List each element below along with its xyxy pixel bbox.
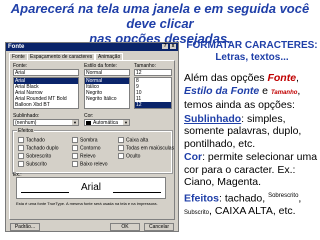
- text-span: : permite selecionar uma cor para o cara…: [184, 151, 318, 188]
- checkbox-label: Caixa alta: [126, 137, 149, 144]
- style-input[interactable]: Normal: [84, 69, 130, 76]
- highlight-fonte: Fonte: [267, 72, 297, 84]
- text-span: Além das opções: [184, 72, 268, 84]
- checkbox-box[interactable]: [118, 153, 124, 159]
- size-list[interactable]: 8 9 10 11 12: [134, 77, 172, 109]
- highlight-tamanho: Tamanho: [270, 89, 298, 96]
- effects-group-label: Efeitos: [17, 128, 35, 134]
- list-item[interactable]: Balloon Xbd BT: [14, 102, 78, 108]
- checkbox-label: Sobrescrito: [26, 153, 52, 160]
- font-list[interactable]: Arial Arial Black Arial Narrow Arial Rou…: [13, 77, 79, 109]
- dialog-title: Fonte: [8, 44, 25, 50]
- text-span: ,: [296, 72, 299, 84]
- cancel-button[interactable]: Cancelar: [144, 223, 174, 231]
- checkbox-box[interactable]: [118, 145, 124, 151]
- checkbox-baixo-relevo[interactable]: Baixo relevo: [72, 161, 108, 167]
- checkbox-box[interactable]: [72, 137, 78, 143]
- chevron-down-icon: ▼: [123, 120, 129, 125]
- checkbox-box[interactable]: [72, 161, 78, 167]
- checkbox-box[interactable]: [18, 137, 24, 143]
- side-header-line-2: Letras, textos...: [215, 52, 289, 63]
- list-item[interactable]: Negrito Itálico: [85, 96, 129, 102]
- effects-group: Efeitos Tachado Tachado duplo Sobrescrit…: [12, 128, 174, 174]
- checkbox-contorno[interactable]: Contorno: [72, 145, 101, 151]
- heading-line-1: Aparecerá na tela uma janela e em seguid…: [10, 1, 310, 31]
- text-span: , CAIXA ALTA, etc.: [209, 204, 296, 217]
- highlight-estilo: Estilo da Fonte: [184, 84, 260, 97]
- checkbox-label: Todas em maiúsculas: [126, 145, 175, 152]
- checkbox-sobrescrito[interactable]: Sobrescrito: [18, 153, 51, 159]
- font-dialog: Fonte ? x Fonte Espaçamento de caractere…: [5, 42, 179, 232]
- checkbox-subscrito[interactable]: Subscrito: [18, 161, 47, 167]
- underline-select[interactable]: (nenhum) ▼: [13, 119, 79, 126]
- checkbox-box[interactable]: [18, 161, 24, 167]
- superscript-sample: Sobrescrito: [268, 192, 299, 199]
- checkbox-box[interactable]: [72, 153, 78, 159]
- checkbox-label: Tachado duplo: [26, 145, 59, 152]
- label-cor: Cor: [184, 151, 203, 163]
- side-header-line-1: FORMATAR CARACTERES:: [186, 40, 318, 51]
- close-button[interactable]: x: [170, 44, 176, 49]
- truetype-note: Esta é uma fonte TrueType. A mesma fonte…: [16, 201, 158, 206]
- preview-line-right: [113, 192, 161, 193]
- preview-line-left: [21, 192, 69, 193]
- checkbox-label: Subscrito: [26, 161, 47, 168]
- text-span: : tachado,: [219, 192, 269, 204]
- text-span: e: [259, 84, 271, 97]
- paragraph-efeitos: Efeitos: tachado, Sobrescrito, Subscrito…: [184, 190, 320, 220]
- ok-button[interactable]: OK: [110, 223, 140, 231]
- underline-value: (nenhum): [15, 120, 37, 126]
- color-select[interactable]: Automática ▼: [84, 119, 130, 126]
- color-value: Automática: [93, 120, 119, 126]
- chevron-down-icon: ▼: [72, 120, 78, 125]
- checkbox-caixa-alta[interactable]: Caixa alta: [118, 137, 148, 143]
- checkbox-tachado[interactable]: Tachado: [18, 137, 45, 143]
- color-swatch: [86, 121, 91, 125]
- checkbox-tachado-duplo[interactable]: Tachado duplo: [18, 145, 59, 151]
- checkbox-box[interactable]: [72, 145, 78, 151]
- preview-box: Arial: [16, 177, 166, 199]
- size-input[interactable]: 12: [134, 69, 172, 76]
- label-sublinhado: Sublinhado: [184, 112, 242, 125]
- checkbox-oculto[interactable]: Oculto: [118, 153, 140, 159]
- paragraph-options: Além das opções Fonte, Estilo da Fonte e…: [184, 72, 320, 112]
- checkbox-sombra[interactable]: Sombra: [72, 137, 98, 143]
- checkbox-label: Baixo relevo: [80, 161, 108, 168]
- checkbox-label: Relevo: [80, 153, 96, 160]
- explanation-panel: FORMATAR CARACTERES: Letras, textos... A…: [184, 40, 320, 219]
- dialog-titlebar: Fonte ? x: [6, 43, 178, 51]
- checkbox-label: Sombra: [80, 137, 98, 144]
- default-button[interactable]: Padrão...: [10, 223, 40, 231]
- subscript-sample: Subscrito: [184, 209, 210, 216]
- paragraph-sublinhado: Sublinhado: simples, somente palavras, d…: [184, 113, 320, 151]
- font-input[interactable]: Arial: [13, 69, 79, 76]
- checkbox-box[interactable]: [18, 145, 24, 151]
- checkbox-label: Oculto: [126, 153, 141, 160]
- checkbox-relevo[interactable]: Relevo: [72, 153, 96, 159]
- label-efeitos: Efeitos: [184, 192, 220, 204]
- preview-text: Arial: [80, 182, 101, 193]
- text-span: ,: [298, 192, 302, 204]
- help-button[interactable]: ?: [162, 44, 168, 49]
- list-item[interactable]: 12: [135, 102, 171, 108]
- paragraph-cor: Cor: permite selecionar uma cor para o c…: [184, 151, 320, 189]
- checkbox-box[interactable]: [118, 137, 124, 143]
- checkbox-maiusculas[interactable]: Todas em maiúsculas: [118, 145, 174, 151]
- checkbox-box[interactable]: [18, 153, 24, 159]
- checkbox-label: Contorno: [80, 145, 101, 152]
- checkbox-label: Tachado: [26, 137, 45, 144]
- tab-panel: Fonte: Arial Arial Arial Black Arial Nar…: [9, 60, 175, 220]
- style-list[interactable]: Normal Itálico Negrito Negrito Itálico: [84, 77, 130, 109]
